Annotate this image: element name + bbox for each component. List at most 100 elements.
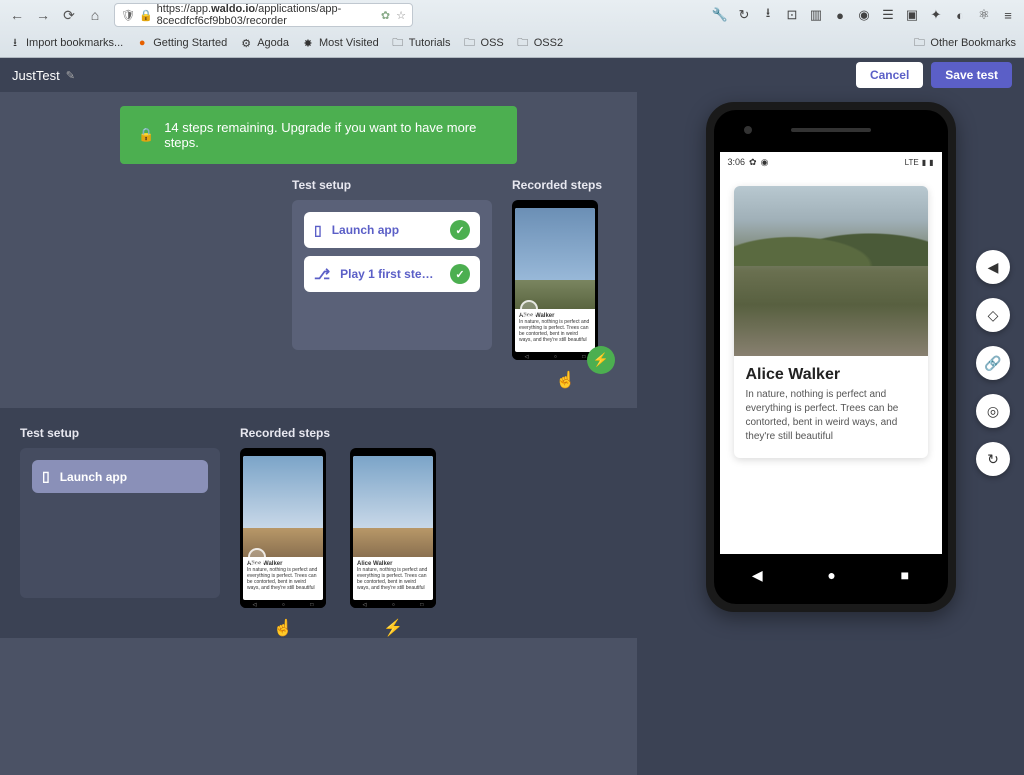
step-thumbnail[interactable]: Alice WalkerIn nature, nothing is perfec… [350,448,436,608]
status-time: 3:06 [728,157,746,167]
nav-back-icon[interactable]: ◀ [752,567,763,584]
reload-button[interactable]: ⟳ [58,4,80,26]
extension-icon[interactable]: ✿ [381,9,390,22]
signal-icon: ▮ [922,158,926,167]
device-frame: 3:06 ✿ ◉ LTE ▮ ▮ [706,102,956,612]
bookmark-import[interactable]: ⭳Import bookmarks... [8,36,123,50]
bookmark-oss2[interactable]: 🗀OSS2 [516,36,563,50]
url-text: https://app.waldo.io/applications/app-8c… [157,3,381,27]
step-thumbnail[interactable]: Alice WalkerIn nature, nothing is perfec… [240,448,326,608]
check-icon: ✓ [450,220,470,240]
check-icon: ✓ [450,264,470,284]
flash-badge[interactable]: ⚡ [587,346,615,374]
setup-box: ▯ Launch app [20,448,220,598]
folder-icon: 🗀 [516,36,530,50]
setup-card-play[interactable]: ⎇ Play 1 first step of "... ✓ [304,256,480,292]
setup-card-launch[interactable]: ▯ Launch app [32,460,208,493]
home-button[interactable]: ⌂ [84,4,106,26]
banner-text: 14 steps remaining. Upgrade if you want … [164,120,499,150]
device-preview-panel: 3:06 ✿ ◉ LTE ▮ ▮ [637,92,1024,775]
folder-icon: 🗀 [463,36,477,50]
fab-rotate[interactable]: ◇ [976,298,1010,332]
battery-icon: ▮ [929,158,933,167]
folder-icon: 🗀 [912,36,926,50]
setup-label: Test setup [292,178,492,192]
device-screen[interactable]: 3:06 ✿ ◉ LTE ▮ ▮ [720,152,942,554]
ext-icon[interactable]: ▣ [902,5,922,25]
bookmark-tutorials[interactable]: 🗀Tutorials [391,36,451,50]
recorded-label: Recorded steps [240,426,617,440]
firefox-icon: ● [135,36,149,50]
url-bar[interactable]: 🛡 🔒 https://app.waldo.io/applications/ap… [114,3,413,27]
bookmark-agoda[interactable]: ⚙Agoda [239,36,289,50]
save-button[interactable]: Save test [931,62,1012,88]
photo-card[interactable]: Alice Walker In nature, nothing is perfe… [734,186,928,458]
setup-card-launch[interactable]: ▯ Launch app ✓ [304,212,480,248]
library-icon[interactable]: ▥ [806,5,826,25]
cancel-button[interactable]: Cancel [856,62,923,88]
lock-icon: 🔒 [139,9,153,22]
flash-icon: ⚡ [350,618,436,638]
tap-icon: ☝ [240,618,326,638]
react-icon[interactable]: ⚛ [974,5,994,25]
ext-icon[interactable]: ◐ [950,5,970,25]
bookmarks-bar: ⭳Import bookmarks... ●Getting Started ⚙A… [0,30,1024,56]
setup-card-label: Launch app [332,223,440,237]
device-speaker [791,128,871,132]
tap-indicator [248,548,266,566]
test-name: JustTest ✎ [12,68,75,83]
upgrade-banner: 🔒 14 steps remaining. Upgrade if you wan… [120,106,517,164]
card-description: In nature, nothing is perfect and everyt… [746,388,916,444]
browser-chrome: ← → ⟳ ⌂ 🛡 🔒 https://app.waldo.io/applica… [0,0,1024,58]
toolbar-icon[interactable]: ↻ [734,5,754,25]
phone-icon: ▯ [42,468,50,485]
edit-icon[interactable]: ✎ [66,69,75,82]
status-icon: ◉ [761,157,769,168]
bookmark-oss[interactable]: 🗀OSS [463,36,504,50]
ext-icon[interactable]: ☰ [878,5,898,25]
ext-icon[interactable]: ✦ [926,5,946,25]
menu-icon[interactable]: ≡ [998,5,1018,25]
fab-location[interactable]: ◎ [976,394,1010,428]
app-header: JustTest ✎ Cancel Save test [0,58,1024,92]
browser-toolbar: ← → ⟳ ⌂ 🛡 🔒 https://app.waldo.io/applica… [0,0,1024,30]
status-bar: 3:06 ✿ ◉ LTE ▮ ▮ [720,152,942,172]
fab-refresh[interactable]: ↻ [976,442,1010,476]
back-button[interactable]: ← [6,4,28,26]
status-signal: LTE [905,158,919,167]
nav-home-icon[interactable]: ● [827,567,835,583]
ext-icon[interactable]: ● [830,5,850,25]
tap-indicator [520,300,538,318]
step-thumbnail[interactable]: Alice WalkerIn nature, nothing is perfec… [512,200,598,360]
left-panel: 🔒 14 steps remaining. Upgrade if you wan… [0,92,637,775]
phone-icon: ▯ [314,222,322,239]
setup-card-label: Play 1 first step of "... [340,267,440,281]
toolbar-icon[interactable]: ⊡ [782,5,802,25]
bookmark-star-icon[interactable]: ☆ [396,9,406,22]
shield-icon: 🛡 [121,9,135,22]
bookmark-most-visited[interactable]: ✸Most Visited [301,36,379,50]
fab-column: ◀ ◇ 🔗 ◎ ↻ [976,250,1010,476]
lock-icon: 🔒 [138,127,154,143]
toolbar-icon[interactable]: 🔧 [710,5,730,25]
branch-icon: ⎇ [314,266,330,283]
recorded-label: Recorded steps [512,178,619,192]
download-icon[interactable]: ⭳ [758,5,778,25]
card-title: Alice Walker [746,366,916,384]
gear-icon: ✿ [749,157,757,168]
download-icon: ⭳ [8,36,22,50]
card-photo [734,186,928,356]
setup-card-label: Launch app [60,470,198,484]
fab-link[interactable]: 🔗 [976,346,1010,380]
forward-button[interactable]: → [32,4,54,26]
setup-label: Test setup [20,426,220,440]
fab-back[interactable]: ◀ [976,250,1010,284]
bookmark-getting-started[interactable]: ●Getting Started [135,36,227,50]
folder-icon: 🗀 [391,36,405,50]
device-nav-bar: ◀ ● ■ [720,560,942,590]
gear-icon: ⚙ [239,36,253,50]
nav-recent-icon[interactable]: ■ [901,567,909,583]
bookmark-other[interactable]: 🗀Other Bookmarks [912,36,1016,50]
device-camera [744,126,752,134]
ext-icon[interactable]: ◉ [854,5,874,25]
